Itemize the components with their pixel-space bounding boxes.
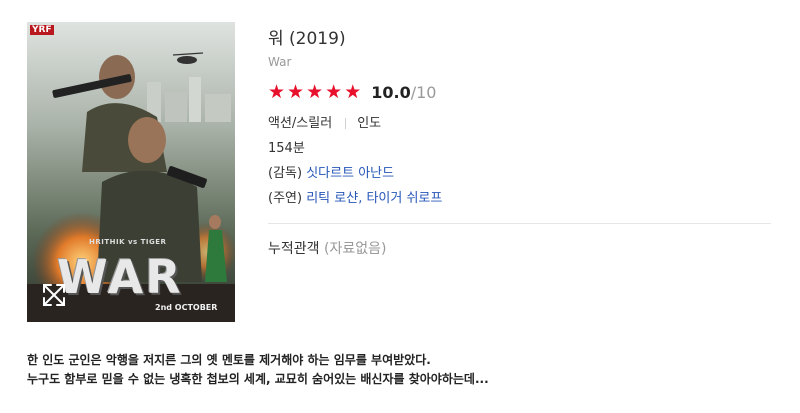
rating-row: ★ ★ ★ ★ ★ 10.0 /10 [268,82,773,102]
movie-country: 인도 [357,116,382,131]
movie-poster[interactable]: YRF HRITHIK vs TIGER WAR 2nd OCTOBER [27,22,235,322]
cast-row: (주연) 리틱 로샨, 타이거 쉬로프 [268,190,773,208]
synopsis: 한 인도 군인은 악행을 저지른 그의 옛 멘토를 제거해야 하는 임무를 부여… [27,351,767,389]
movie-original-title: War [268,55,292,69]
meta-divider [345,118,347,129]
section-divider [268,223,771,224]
movie-detail-page: YRF HRITHIK vs TIGER WAR 2nd OCTOBER 워 (… [0,0,800,413]
movie-genre: 액션/스릴러 [268,116,333,131]
poster-release-date: 2nd OCTOBER [155,303,218,312]
synopsis-line: 한 인도 군인은 악행을 저지른 그의 옛 멘토를 제거해야 하는 임무를 부여… [27,353,431,367]
audience-row: 누적관객 (자료없음) [268,239,773,259]
genre-country-row: 액션/스릴러 인도 [268,115,773,133]
expand-arrows-icon[interactable] [41,282,67,308]
cast-label: (주연) [268,191,303,206]
star-icon: ★ [344,81,362,103]
star-icon: ★ [325,81,343,103]
audience-value: (자료없음) [323,241,387,257]
director-label: (감독) [268,166,303,181]
director-row: (감독) 싯다르트 아난드 [268,165,773,183]
star-icon: ★ [268,81,286,103]
rating-max: /10 [410,82,437,102]
audience-label: 누적관객 [268,241,320,257]
poster-logo: WAR [57,250,183,304]
movie-title: 워 (2019) [268,29,346,49]
movie-runtime: 154분 [268,141,305,156]
rating-score: 10.0 [371,82,411,102]
star-icon: ★ [306,81,324,103]
star-icon: ★ [287,81,305,103]
studio-badge: YRF [30,25,54,35]
cast-link[interactable]: 리틱 로샨, 타이거 쉬로프 [306,191,442,206]
poster-cast-line: HRITHIK vs TIGER [89,238,167,246]
movie-info-panel: 워 (2019) War ★ ★ ★ ★ ★ 10.0 /10 액션/스릴러 인도… [268,22,773,259]
rating-stars: ★ ★ ★ ★ ★ [268,82,361,102]
director-link[interactable]: 싯다르트 아난드 [306,166,394,181]
synopsis-line: 누구도 함부로 믿을 수 없는 냉혹한 첩보의 세계, 교묘히 숨어있는 배신자… [27,372,489,386]
